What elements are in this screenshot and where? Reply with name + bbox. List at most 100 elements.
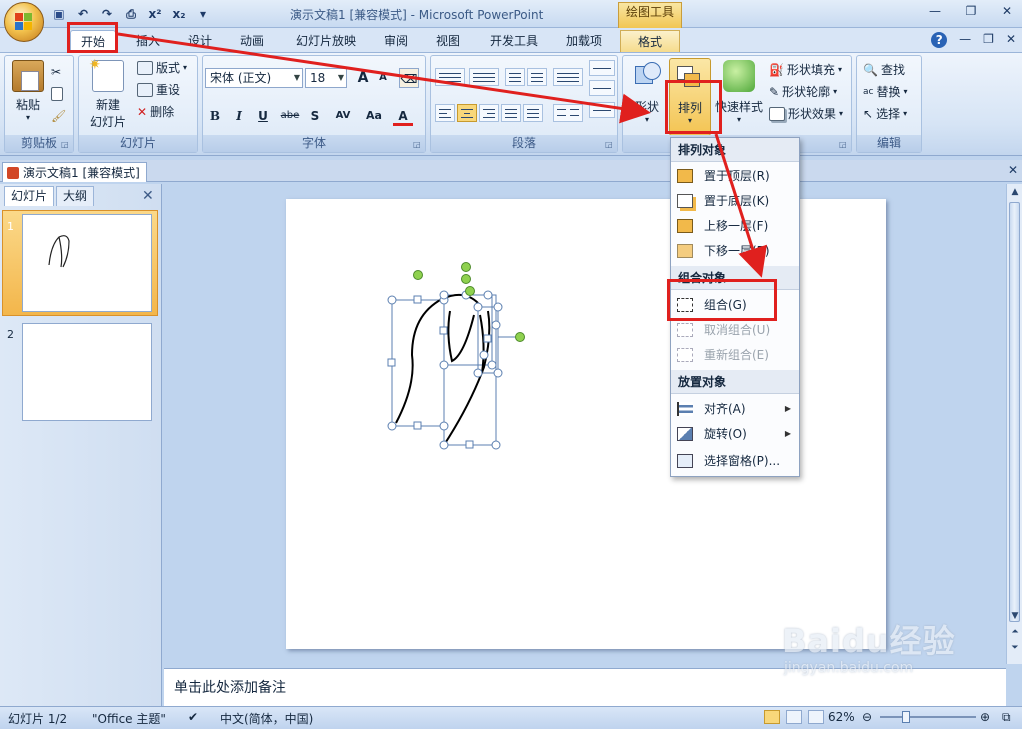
font-name-combo[interactable]: 宋体 (正文) ▼ bbox=[205, 68, 303, 88]
bold-button[interactable]: B bbox=[205, 106, 225, 126]
next-slide-icon[interactable]: ⏷ bbox=[1007, 640, 1022, 656]
align-right-button[interactable] bbox=[479, 104, 499, 122]
zoom-slider-thumb[interactable] bbox=[902, 711, 910, 723]
ribbon-restore-button[interactable]: ❐ bbox=[983, 32, 994, 48]
slideshow-view-icon[interactable] bbox=[808, 710, 824, 724]
ribbon-close-button[interactable]: ✕ bbox=[1006, 32, 1016, 48]
ribbon-minimize-button[interactable]: — bbox=[959, 32, 971, 48]
shrink-font-button[interactable]: A bbox=[373, 68, 393, 88]
underline-button[interactable]: U bbox=[253, 106, 273, 126]
menu-bring-to-front[interactable]: 置于顶层(R) bbox=[671, 164, 799, 188]
strikethrough-button[interactable]: abe bbox=[277, 106, 303, 126]
font-color-button[interactable]: A bbox=[393, 106, 413, 126]
minimize-button[interactable]: — bbox=[924, 2, 946, 20]
clear-format-button[interactable]: ⌫ bbox=[399, 68, 419, 88]
align-center-button[interactable] bbox=[457, 104, 477, 122]
drawing-launcher-icon[interactable]: ◲ bbox=[839, 140, 849, 150]
numbering-button[interactable] bbox=[469, 68, 499, 86]
menu-selection-pane[interactable]: 选择窗格(P)... bbox=[671, 449, 799, 473]
font-size-combo[interactable]: 18 ▼ bbox=[305, 68, 347, 88]
slide-2-thumbnail[interactable] bbox=[22, 323, 152, 421]
cut-button[interactable]: ✂ bbox=[51, 62, 61, 82]
undo-icon[interactable]: ↶ bbox=[74, 6, 92, 22]
menu-align[interactable]: 对齐(A) ▶ bbox=[671, 397, 799, 421]
office-button[interactable] bbox=[4, 2, 44, 42]
paste-button[interactable]: 粘贴 ▾ bbox=[9, 60, 47, 122]
select-button[interactable]: ↖ 选择 ▾ bbox=[863, 104, 907, 124]
tab-slideshow[interactable]: 幻灯片放映 bbox=[286, 30, 366, 52]
tab-review[interactable]: 审阅 bbox=[376, 30, 416, 52]
justify-button[interactable] bbox=[501, 104, 521, 122]
paste-dropdown-icon[interactable]: ▾ bbox=[9, 113, 47, 122]
zoom-in-icon[interactable]: ⊕ bbox=[980, 710, 990, 724]
increase-indent-button[interactable] bbox=[527, 68, 547, 86]
italic-button[interactable]: I bbox=[229, 106, 249, 126]
delete-button[interactable]: ✕ 删除 bbox=[137, 102, 174, 122]
tab-animation[interactable]: 动画 bbox=[232, 30, 272, 52]
scroll-up-icon[interactable]: ▲ bbox=[1007, 184, 1022, 200]
scroll-down-icon[interactable]: ▼ bbox=[1007, 608, 1022, 624]
tab-view[interactable]: 视图 bbox=[428, 30, 468, 52]
decrease-indent-button[interactable] bbox=[505, 68, 525, 86]
normal-view-icon[interactable] bbox=[764, 710, 780, 724]
distributed-button[interactable] bbox=[523, 104, 543, 122]
replace-button[interactable]: ac 替换 ▾ bbox=[863, 82, 908, 102]
align-text-button[interactable] bbox=[589, 80, 615, 96]
shape-fill-button[interactable]: ⛽ 形状填充 ▾ bbox=[769, 60, 842, 80]
format-painter-button[interactable]: 🖌 bbox=[51, 106, 66, 126]
tab-format[interactable]: 格式 bbox=[620, 30, 680, 52]
shapes-button[interactable]: 形状 ▾ bbox=[627, 60, 667, 124]
pane-close-icon[interactable]: ✕ bbox=[142, 188, 154, 204]
char-spacing-button[interactable]: AV bbox=[329, 106, 357, 126]
layout-button[interactable]: 版式 ▾ bbox=[137, 58, 187, 78]
change-case-button[interactable]: Aa bbox=[359, 106, 389, 126]
align-left-button[interactable] bbox=[435, 104, 455, 122]
superscript-button[interactable]: x² bbox=[146, 6, 164, 22]
redo-icon[interactable]: ↷ bbox=[98, 6, 116, 22]
fit-window-icon[interactable]: ⧉ bbox=[1002, 710, 1011, 725]
subscript-button[interactable]: x₂ bbox=[170, 6, 188, 22]
tab-addins[interactable]: 加载项 bbox=[558, 30, 610, 52]
zoom-slider[interactable] bbox=[880, 716, 976, 718]
slide-1-thumbnail[interactable] bbox=[22, 214, 152, 312]
text-direction-button[interactable] bbox=[589, 60, 615, 76]
restore-button[interactable]: ❐ bbox=[960, 2, 982, 20]
find-button[interactable]: 🔍 查找 bbox=[863, 60, 905, 80]
tab-slides-pane[interactable]: 幻灯片 bbox=[4, 186, 55, 206]
zoom-out-icon[interactable]: ⊖ bbox=[862, 710, 872, 724]
menu-send-backward[interactable]: 下移一层(B) bbox=[671, 239, 799, 263]
sorter-view-icon[interactable] bbox=[786, 710, 802, 724]
print-preview-icon[interactable]: ⎙ bbox=[122, 6, 140, 22]
doc-close-icon[interactable]: ✕ bbox=[1008, 163, 1018, 177]
tab-developer[interactable]: 开发工具 bbox=[482, 30, 546, 52]
paragraph-launcher-icon[interactable]: ◲ bbox=[605, 140, 615, 150]
clipboard-launcher-icon[interactable]: ◲ bbox=[61, 140, 71, 150]
status-zoom[interactable]: 62% bbox=[828, 710, 855, 724]
new-slide-button[interactable]: ✷ 新建 幻灯片 bbox=[83, 57, 133, 130]
reset-button[interactable]: 重设 bbox=[137, 80, 180, 100]
status-language[interactable]: 中文(简体，中国) bbox=[220, 710, 313, 727]
shadow-button[interactable]: S bbox=[305, 106, 325, 126]
grow-font-button[interactable]: A bbox=[353, 68, 373, 88]
document-tab[interactable]: 演示文稿1 [兼容模式] bbox=[2, 162, 147, 182]
selected-freeform-shapes[interactable] bbox=[380, 255, 530, 455]
font-launcher-icon[interactable]: ◲ bbox=[413, 140, 423, 150]
save-icon[interactable]: ▣ bbox=[50, 6, 68, 22]
tab-insert[interactable]: 插入 bbox=[128, 30, 168, 52]
close-button[interactable]: ✕ bbox=[996, 2, 1018, 20]
spellcheck-icon[interactable]: ✔ bbox=[188, 710, 198, 724]
line-spacing-button[interactable] bbox=[553, 68, 583, 86]
shape-outline-button[interactable]: ✎ 形状轮廓 ▾ bbox=[769, 82, 837, 102]
vertical-scrollbar[interactable]: ▲ ▼ ⏶ ⏷ bbox=[1006, 184, 1022, 664]
qat-customize-icon[interactable]: ▾ bbox=[194, 6, 212, 22]
shapes-dropdown-icon[interactable]: ▾ bbox=[627, 115, 667, 124]
tab-outline-pane[interactable]: 大纲 bbox=[56, 186, 95, 206]
columns-button[interactable] bbox=[553, 104, 583, 122]
shape-effects-button[interactable]: 形状效果 ▾ bbox=[769, 104, 843, 124]
bullets-button[interactable] bbox=[435, 68, 465, 86]
menu-rotate[interactable]: 旋转(O) ▶ bbox=[671, 422, 799, 446]
tab-design[interactable]: 设计 bbox=[180, 30, 220, 52]
menu-send-to-back[interactable]: 置于底层(K) bbox=[671, 189, 799, 213]
smartart-button[interactable] bbox=[589, 102, 615, 118]
help-icon[interactable]: ? bbox=[931, 32, 948, 48]
